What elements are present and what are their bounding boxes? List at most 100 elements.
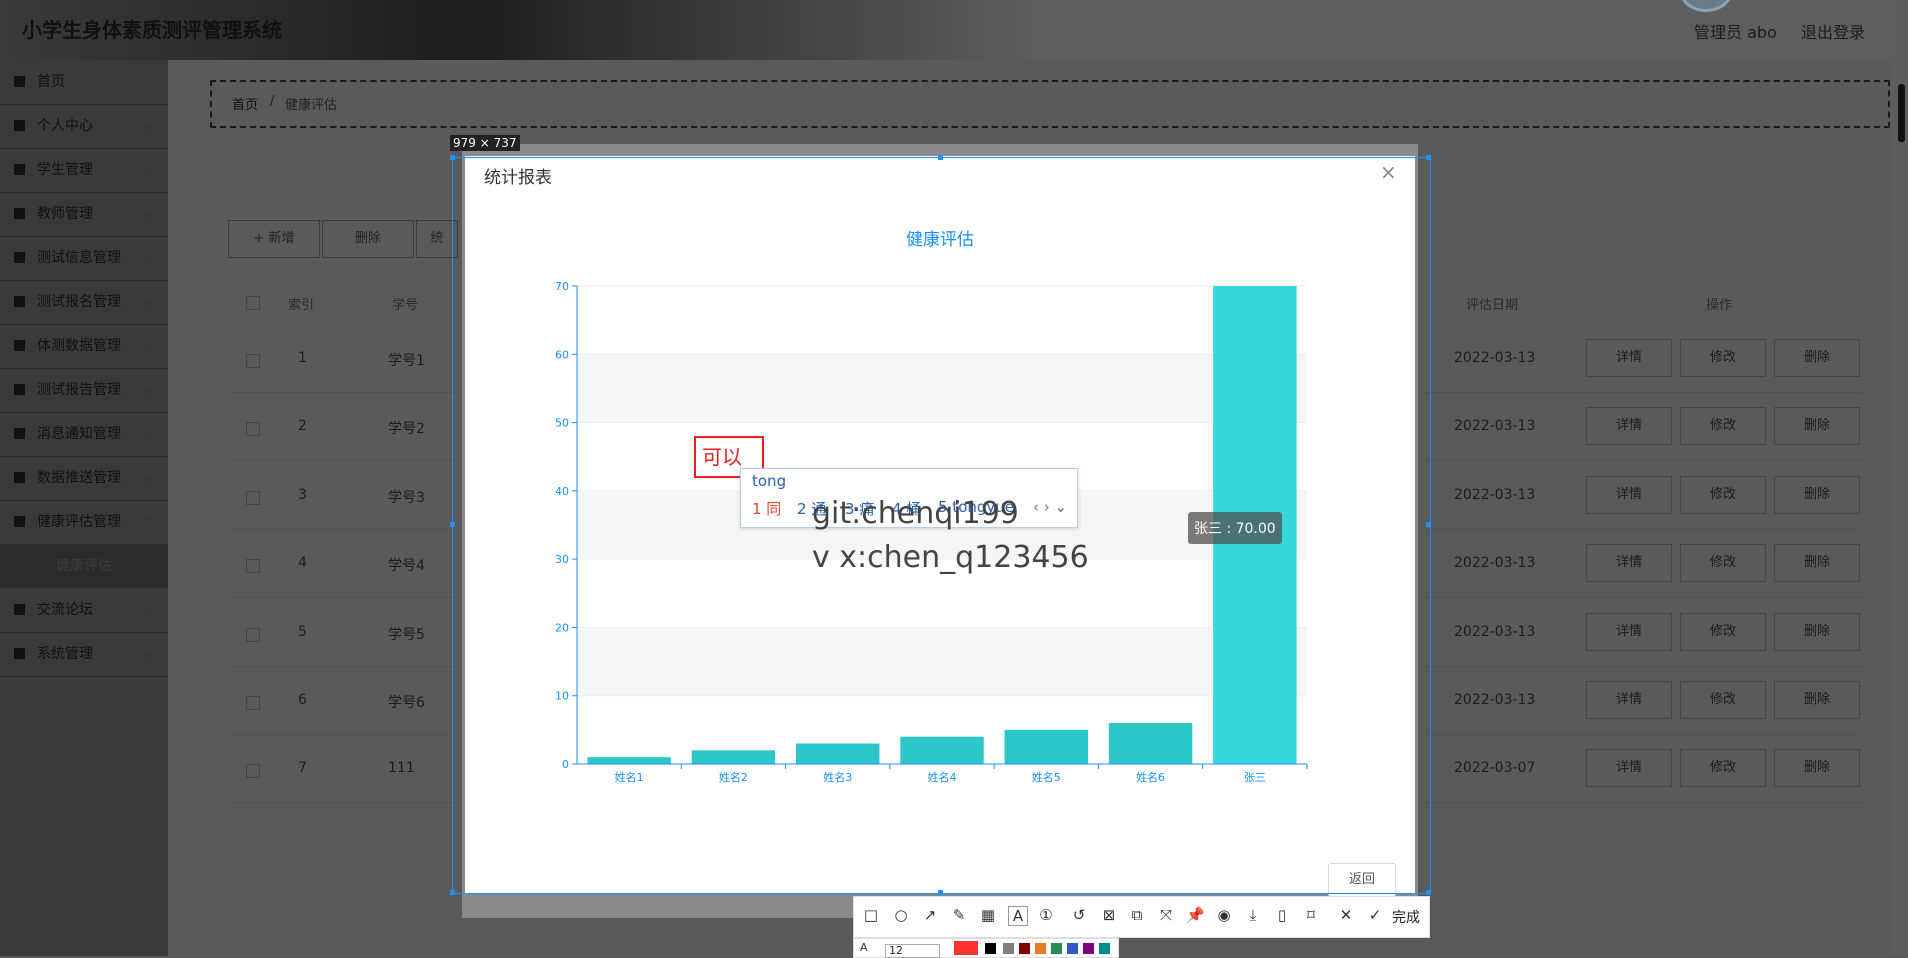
sidebar-item-test-signup[interactable]: 测试报名管理 ⌄	[0, 280, 168, 325]
add-button[interactable]: + 新增	[228, 220, 320, 258]
cell-student-id: 学号4	[388, 558, 425, 574]
cell-student-id: 111	[388, 760, 415, 776]
batch-delete-button[interactable]: 删除	[322, 220, 414, 258]
detail-button[interactable]: 详情	[1586, 544, 1672, 582]
edit-button[interactable]: 修改	[1680, 681, 1766, 719]
long-screenshot-icon[interactable]: ⤧	[1157, 906, 1175, 924]
edit-button[interactable]: 修改	[1680, 476, 1766, 514]
bookmark-icon[interactable]: ⌑	[1302, 906, 1320, 924]
sidebar-item-test-info[interactable]: 测试信息管理 ⌄	[0, 236, 168, 281]
resize-handle[interactable]	[450, 155, 455, 160]
app-title: 小学生身体素质测评管理系统	[22, 18, 282, 42]
sidebar-item-test-report[interactable]: 测试报告管理 ⌄	[0, 368, 168, 413]
color-swatch[interactable]	[1051, 943, 1062, 954]
ellipse-icon[interactable]: ○	[892, 906, 910, 924]
edit-button[interactable]: 修改	[1680, 613, 1766, 651]
pencil-icon[interactable]: ✎	[950, 906, 968, 924]
user-icon	[14, 120, 25, 131]
detail-button[interactable]: 详情	[1586, 476, 1672, 514]
edit-button[interactable]: 修改	[1680, 407, 1766, 445]
select-all-checkbox[interactable]	[246, 296, 260, 310]
chevron-down-icon: ⌄	[143, 295, 154, 309]
page-scrollbar[interactable]	[1890, 0, 1908, 956]
sidebar-item-system[interactable]: 系统管理 ⌄	[0, 632, 168, 677]
row-checkbox[interactable]	[246, 354, 260, 368]
sidebar-item-students[interactable]: 学生管理 ⌄	[0, 148, 168, 193]
sliders-icon	[14, 516, 25, 527]
cell-student-id: 学号5	[388, 627, 425, 643]
color-swatch[interactable]	[1099, 943, 1110, 954]
color-swatch[interactable]	[1083, 943, 1094, 954]
admin-label: 管理员 abo	[1694, 23, 1777, 42]
color-swatch[interactable]	[1019, 943, 1030, 954]
edit-button[interactable]: 修改	[1680, 339, 1766, 377]
download-icon[interactable]: ⤓	[1244, 906, 1262, 924]
check-icon[interactable]: ✓	[1366, 906, 1384, 924]
done-button[interactable]: 完成	[1392, 907, 1420, 927]
cell-student-id: 学号6	[388, 695, 425, 711]
rectangle-icon[interactable]: □	[862, 906, 880, 924]
color-swatch[interactable]	[1067, 943, 1078, 954]
resize-handle[interactable]	[1426, 522, 1431, 527]
row-checkbox[interactable]	[246, 696, 260, 710]
delete-button[interactable]: 删除	[1774, 681, 1860, 719]
sidebar-item-notices[interactable]: 消息通知管理 ⌄	[0, 412, 168, 457]
edit-button[interactable]: 修改	[1680, 749, 1766, 787]
resize-handle[interactable]	[938, 890, 943, 895]
logout-link[interactable]: 退出登录	[1801, 19, 1865, 43]
resize-handle[interactable]	[1426, 155, 1431, 160]
delete-button[interactable]: 删除	[1774, 749, 1860, 787]
undo-icon[interactable]: ↺	[1070, 906, 1088, 924]
text-tool-icon[interactable]: A	[1008, 906, 1028, 926]
sidebar-item-health-manage[interactable]: 健康评估管理 ⌃	[0, 500, 168, 545]
row-checkbox[interactable]	[246, 764, 260, 778]
chevron-down-icon: ⌄	[143, 119, 154, 133]
sidebar-item-label: 健康评估管理	[37, 514, 121, 530]
row-checkbox[interactable]	[246, 422, 260, 436]
color-swatch[interactable]	[985, 943, 996, 954]
sidebar-item-forum[interactable]: 交流论坛 ⌄	[0, 588, 168, 633]
sidebar-item-teachers[interactable]: 教师管理 ⌄	[0, 192, 168, 237]
delete-button[interactable]: 删除	[1774, 544, 1860, 582]
resize-handle[interactable]	[450, 522, 455, 527]
resize-handle[interactable]	[938, 155, 943, 160]
detail-button[interactable]: 详情	[1586, 339, 1672, 377]
record-icon[interactable]: ◉	[1215, 906, 1233, 924]
ocr-icon[interactable]: ⊠	[1100, 906, 1118, 924]
color-swatch[interactable]	[1003, 943, 1014, 954]
sidebar-item-personal[interactable]: 个人中心 ⌄	[0, 104, 168, 149]
delete-button[interactable]: 删除	[1774, 613, 1860, 651]
row-checkbox[interactable]	[246, 559, 260, 573]
sidebar-subitem-health-eval[interactable]: 健康评估	[0, 544, 168, 588]
resize-handle[interactable]	[450, 890, 455, 895]
detail-button[interactable]: 详情	[1586, 749, 1672, 787]
detail-button[interactable]: 详情	[1586, 681, 1672, 719]
delete-button[interactable]: 删除	[1774, 476, 1860, 514]
number-marker-icon[interactable]: ①	[1037, 906, 1055, 924]
delete-button[interactable]: 删除	[1774, 339, 1860, 377]
phone-icon[interactable]: ▯	[1273, 906, 1291, 924]
capture-selection[interactable]	[452, 157, 1431, 894]
resize-handle[interactable]	[1426, 890, 1431, 895]
color-swatch[interactable]	[954, 941, 978, 955]
sidebar-item-home[interactable]: 首页	[0, 60, 168, 105]
sidebar-item-data-push[interactable]: 数据推送管理 ⌄	[0, 456, 168, 501]
arrow-icon[interactable]: ↗	[921, 906, 939, 924]
scrollbar-thumb[interactable]	[1898, 84, 1905, 142]
row-checkbox[interactable]	[246, 491, 260, 505]
cancel-icon[interactable]: ✕	[1337, 906, 1355, 924]
row-checkbox[interactable]	[246, 628, 260, 642]
pin-icon[interactable]: 📌	[1186, 906, 1205, 924]
edit-button[interactable]: 修改	[1680, 544, 1766, 582]
cell-index: 2	[298, 418, 307, 434]
detail-button[interactable]: 详情	[1586, 613, 1672, 651]
grid-icon	[14, 208, 25, 219]
sidebar-item-fitness-data[interactable]: 体测数据管理 ⌄	[0, 324, 168, 369]
breadcrumb-home[interactable]: 首页	[232, 94, 258, 113]
mosaic-icon[interactable]: ▦	[979, 906, 997, 924]
clipboard-icon	[14, 384, 25, 395]
delete-button[interactable]: 删除	[1774, 407, 1860, 445]
color-swatch[interactable]	[1035, 943, 1046, 954]
detail-button[interactable]: 详情	[1586, 407, 1672, 445]
translate-icon[interactable]: ⧉	[1128, 906, 1146, 924]
